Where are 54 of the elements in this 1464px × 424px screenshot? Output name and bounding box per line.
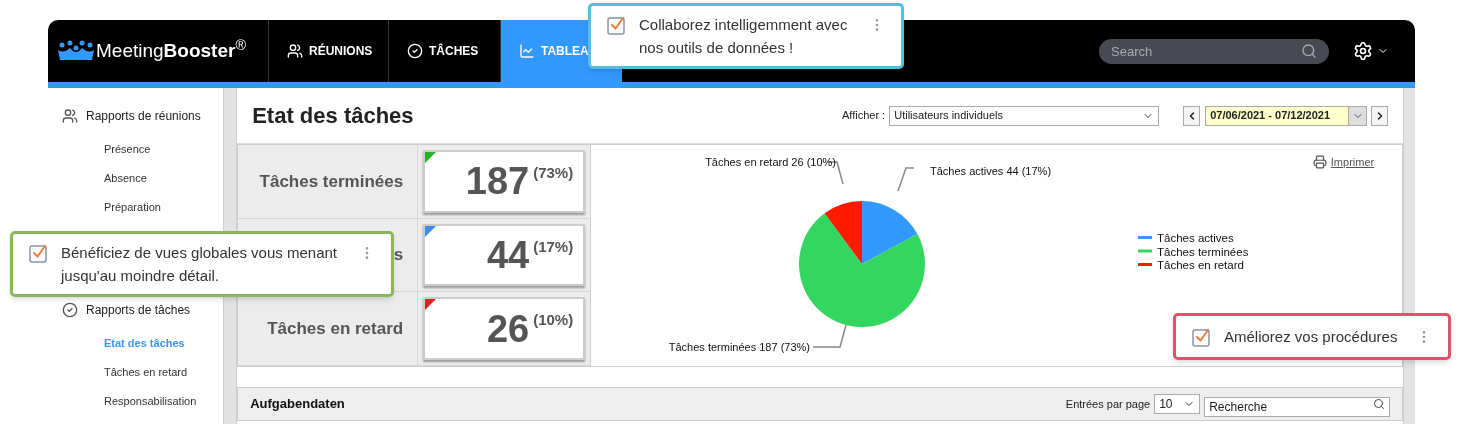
legend-label: Tâches en retard <box>1157 259 1245 271</box>
callout-text: Bénéficiez de vues globales vous menant jusqu'au moindre détail. <box>61 243 338 286</box>
people-icon <box>287 43 303 59</box>
sidebar-link[interactable]: Absence <box>104 164 224 193</box>
section-title: Rapports de tâches <box>86 302 191 319</box>
data-label: Tâches en retard 26 (10%) <box>705 156 837 168</box>
people-icon <box>62 108 78 124</box>
callout-text: Collaborez intelligemment avec nos outils de données ! <box>639 15 849 58</box>
page-size-select[interactable]: 10 <box>1154 394 1201 414</box>
previous-button[interactable] <box>1183 105 1201 126</box>
table-search-field[interactable]: Recherche <box>1204 397 1391 417</box>
stat-label: s <box>393 244 404 267</box>
date-range-field[interactable]: 07/06/2021 - 07/12/2021 <box>1205 105 1368 126</box>
print-link[interactable]: Imprimer <box>1312 154 1375 171</box>
page-title: Etat des tâches <box>252 102 415 130</box>
logo-text: MeetingBooster$^{®}$ <box>96 36 246 63</box>
settings-button[interactable] <box>1353 41 1389 61</box>
stat-value: 44 <box>486 236 530 274</box>
stat-percent: (10%) <box>533 310 574 331</box>
checkbox-icon <box>29 243 49 263</box>
stat-value: 187 <box>465 162 530 201</box>
checkbox-icon <box>1192 327 1212 347</box>
section-title: Rapports de réunions <box>86 108 201 125</box>
check-circle-icon <box>407 43 423 59</box>
legend-label: Tâches actives <box>1157 232 1234 244</box>
leader-line <box>897 167 915 192</box>
sidebar-link[interactable]: Responsabilisation <box>104 387 224 416</box>
line-chart-icon <box>519 43 535 59</box>
sidebar-link[interactable]: Tâches en retard <box>104 358 224 387</box>
leader-line <box>812 324 847 348</box>
checkbox-icon <box>607 15 627 35</box>
stat-percent: (17%) <box>533 236 574 257</box>
logo-icon <box>58 40 94 62</box>
callout-text: Améliorez vos procédures <box>1224 327 1399 347</box>
settings-icon <box>1353 41 1373 61</box>
printer-icon <box>1312 155 1327 170</box>
stat-value: 26 <box>486 309 530 348</box>
sidebar-link[interactable]: Préparation <box>104 193 224 222</box>
legend-label: Tâches terminées <box>1157 245 1249 258</box>
sidebar-link[interactable]: Présence <box>104 135 224 164</box>
search-icon <box>1301 42 1317 59</box>
check-circle-icon <box>62 302 78 318</box>
next-button[interactable] <box>1371 105 1389 126</box>
search-icon <box>1373 398 1386 410</box>
table-title: Aufgabendaten <box>250 395 346 414</box>
filter-label: Afficher : <box>841 108 886 124</box>
search-field[interactable]: Search <box>1099 38 1329 64</box>
data-label: Tâches actives 44 (17%) <box>930 165 1052 177</box>
data-label: Tâches terminées 187 (73%) <box>668 341 811 353</box>
stat-label: Tâches en retard <box>267 317 404 340</box>
stat-label: Tâches terminées <box>259 170 404 193</box>
filter-select[interactable]: Utilisateurs individuels <box>889 105 1160 126</box>
stat-percent: (73%) <box>533 163 574 183</box>
page-size-label: Entrées par page <box>1065 396 1151 412</box>
